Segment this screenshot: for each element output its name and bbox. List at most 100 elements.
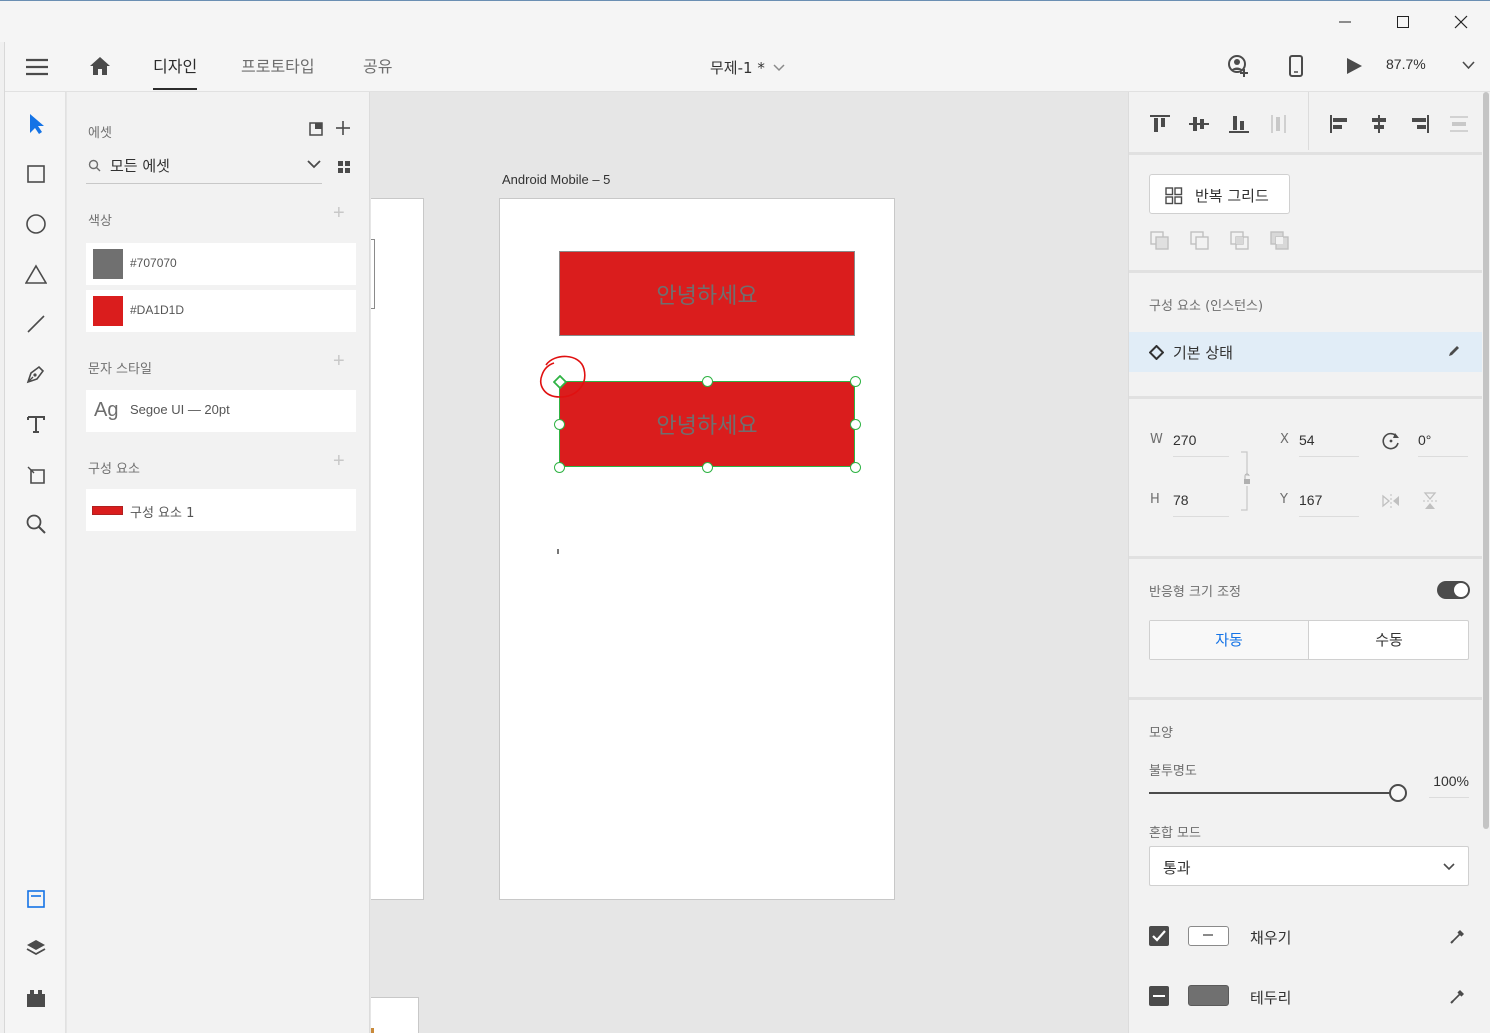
border-checkbox[interactable] bbox=[1149, 986, 1169, 1006]
resize-handle[interactable] bbox=[850, 376, 861, 387]
polygon-tool-icon[interactable] bbox=[5, 254, 66, 294]
design-canvas[interactable]: Android Mobile – 5 안녕하세요 안녕하세요 bbox=[371, 92, 1128, 1033]
add-boolean-icon[interactable] bbox=[1150, 231, 1170, 251]
tab-prototype[interactable]: 프로토타입 bbox=[241, 42, 315, 92]
properties-panel: 반복 그리드 구성 요소 (인스턴스) 기본 상태 W 270 X 54 0° … bbox=[1128, 92, 1483, 1033]
exclude-boolean-icon[interactable] bbox=[1270, 231, 1290, 251]
resize-handle[interactable] bbox=[702, 462, 713, 473]
pen-tool-icon[interactable] bbox=[5, 354, 66, 394]
edit-pencil-icon[interactable] bbox=[1447, 344, 1461, 358]
tab-design[interactable]: 디자인 bbox=[153, 42, 198, 92]
resize-handle[interactable] bbox=[554, 462, 565, 473]
opacity-slider-track[interactable] bbox=[1149, 792, 1400, 794]
select-tool-icon[interactable] bbox=[5, 104, 66, 144]
color-swatch bbox=[93, 249, 123, 279]
button-component-instance[interactable]: 안녕하세요 bbox=[559, 381, 855, 467]
opacity-input[interactable]: 100% bbox=[1429, 770, 1469, 798]
home-icon[interactable] bbox=[88, 54, 112, 78]
x-input[interactable]: 54 bbox=[1299, 429, 1359, 457]
artboard-label[interactable]: Android Mobile – 5 bbox=[502, 172, 610, 187]
opacity-slider-thumb[interactable] bbox=[1389, 784, 1407, 802]
rectangle-tool-icon[interactable] bbox=[5, 154, 66, 194]
taskbar-strip bbox=[371, 1028, 374, 1033]
hamburger-icon[interactable] bbox=[24, 55, 50, 79]
share-user-icon[interactable] bbox=[1226, 54, 1250, 78]
resize-handle[interactable] bbox=[702, 376, 713, 387]
artboard-partial[interactable] bbox=[371, 198, 424, 900]
button-component-1[interactable]: 안녕하세요 bbox=[559, 251, 855, 336]
artboard-android-mobile-5[interactable]: 안녕하세요 안녕하세요 bbox=[499, 198, 895, 900]
minimize-icon[interactable] bbox=[1316, 1, 1374, 43]
artboard-partial-bottom[interactable] bbox=[371, 997, 419, 1033]
open-library-icon[interactable] bbox=[308, 121, 324, 137]
opacity-label: 불투명도 bbox=[1149, 764, 1197, 779]
width-input[interactable]: 270 bbox=[1173, 429, 1229, 457]
align-top-icon[interactable] bbox=[1149, 114, 1171, 134]
document-title-menu[interactable]: 무제-1 * bbox=[710, 57, 785, 78]
resize-handle[interactable] bbox=[554, 419, 565, 430]
add-color-icon[interactable]: + bbox=[333, 202, 345, 225]
add-char-style-icon[interactable]: + bbox=[333, 350, 345, 373]
align-center-icon[interactable] bbox=[1368, 114, 1390, 134]
mobile-preview-icon[interactable] bbox=[1288, 54, 1304, 78]
properties-scrollbar[interactable] bbox=[1482, 92, 1490, 1033]
zoom-tool-icon[interactable] bbox=[5, 504, 66, 544]
maximize-icon[interactable] bbox=[1374, 1, 1432, 43]
play-icon[interactable] bbox=[1344, 56, 1364, 76]
no-fill-marker bbox=[1203, 934, 1213, 936]
fill-color-swatch[interactable] bbox=[1188, 926, 1229, 946]
color-label: #DA1D1D bbox=[130, 303, 185, 317]
repeat-grid-label: 반복 그리드 bbox=[1195, 187, 1269, 205]
color-swatch-row[interactable]: #707070 bbox=[86, 243, 356, 285]
flip-horizontal-icon[interactable] bbox=[1381, 493, 1401, 509]
distribute-horizontal-icon[interactable] bbox=[1449, 114, 1469, 134]
artboard-tool-icon[interactable] bbox=[5, 454, 66, 494]
color-swatch-row[interactable]: #DA1D1D bbox=[86, 290, 356, 332]
asset-filter-dropdown[interactable]: 모든 에셋 bbox=[86, 150, 322, 184]
add-asset-icon[interactable] bbox=[335, 120, 351, 136]
button-text: 안녕하세요 bbox=[656, 414, 758, 439]
distribute-vertical-icon[interactable] bbox=[1269, 114, 1289, 134]
repeat-grid-button[interactable]: 반복 그리드 bbox=[1149, 174, 1290, 214]
tools-toolbar bbox=[5, 92, 66, 1033]
zoom-chevron-icon[interactable] bbox=[1462, 61, 1475, 70]
grid-view-icon[interactable] bbox=[337, 160, 351, 174]
layers-icon[interactable] bbox=[5, 929, 66, 969]
blend-mode-select[interactable]: 통과 bbox=[1149, 846, 1469, 886]
flip-vertical-icon[interactable] bbox=[1422, 491, 1438, 511]
scrollbar-thumb[interactable] bbox=[1483, 92, 1489, 829]
plugins-icon[interactable] bbox=[5, 979, 66, 1019]
char-style-row[interactable]: Ag Segoe UI — 20pt bbox=[86, 390, 356, 432]
eyedropper-icon[interactable] bbox=[1449, 927, 1467, 945]
responsive-resize-toggle[interactable] bbox=[1437, 581, 1470, 599]
align-right-icon[interactable] bbox=[1408, 114, 1430, 134]
line-tool-icon[interactable] bbox=[5, 304, 66, 344]
tab-share[interactable]: 공유 bbox=[363, 42, 392, 92]
component-row[interactable]: 구성 요소 1 bbox=[86, 489, 356, 531]
border-color-swatch[interactable] bbox=[1188, 985, 1229, 1006]
subtract-boolean-icon[interactable] bbox=[1190, 231, 1210, 251]
manual-resize-button[interactable]: 수동 bbox=[1309, 621, 1469, 659]
close-icon[interactable] bbox=[1432, 1, 1490, 43]
component-state-row[interactable]: 기본 상태 bbox=[1129, 332, 1483, 372]
height-input[interactable]: 78 bbox=[1173, 489, 1229, 517]
auto-resize-button[interactable]: 자동 bbox=[1150, 621, 1309, 659]
add-component-icon[interactable]: + bbox=[333, 450, 345, 473]
align-bottom-icon[interactable] bbox=[1228, 114, 1250, 134]
y-input[interactable]: 167 bbox=[1299, 489, 1359, 517]
align-left-icon[interactable] bbox=[1329, 114, 1351, 134]
y-label: Y bbox=[1280, 492, 1288, 507]
ellipse-tool-icon[interactable] bbox=[5, 204, 66, 244]
resize-handle[interactable] bbox=[850, 419, 861, 430]
eyedropper-icon[interactable] bbox=[1449, 987, 1467, 1005]
assets-panel-icon[interactable] bbox=[5, 879, 66, 919]
rotation-input[interactable]: 0° bbox=[1418, 429, 1468, 457]
resize-handle[interactable] bbox=[850, 462, 861, 473]
fill-checkbox[interactable] bbox=[1149, 926, 1169, 946]
lock-aspect-icon[interactable] bbox=[1239, 450, 1253, 512]
text-tool-icon[interactable] bbox=[5, 404, 66, 444]
intersect-boolean-icon[interactable] bbox=[1230, 231, 1250, 251]
char-style-sample: Ag bbox=[94, 399, 119, 421]
zoom-level[interactable]: 87.7% bbox=[1386, 56, 1426, 72]
align-middle-icon[interactable] bbox=[1188, 114, 1210, 134]
